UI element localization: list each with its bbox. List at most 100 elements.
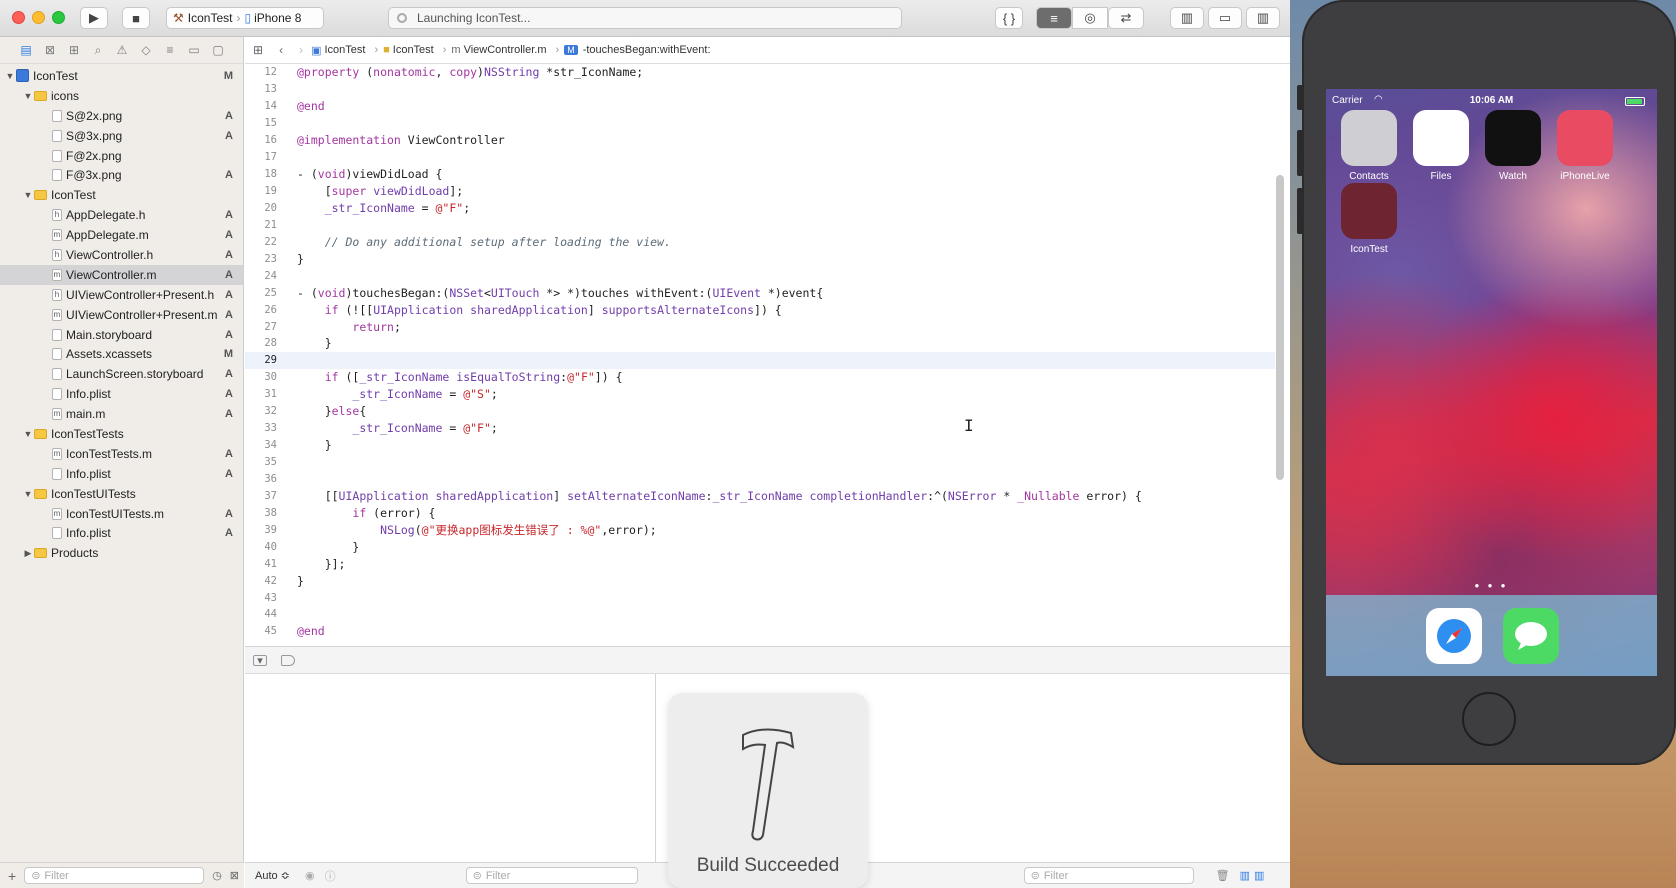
tree-item[interactable]: Info.plist A [0,464,243,484]
warning-icon[interactable]: ⚠ [114,43,130,57]
code-text[interactable]: } [285,252,304,266]
breakpoints-toggle-icon[interactable] [281,654,295,666]
code-text[interactable]: @end [285,624,325,638]
debug-icon[interactable]: ≡ [162,43,178,57]
tree-item[interactable]: m IconTestUITests.m A [0,504,243,524]
tree-item[interactable]: m UIViewController+Present.m A [0,305,243,325]
breakpoint-icon[interactable]: ▭ [186,43,202,57]
home-button[interactable] [1462,692,1516,746]
line-number[interactable]: 24 [245,270,285,282]
line-number[interactable]: 43 [245,592,285,604]
simulator-screen[interactable]: Carrier ◠ 10:06 AM Contacts Files Watch iPh… [1326,89,1657,676]
code-line[interactable]: 33 _str_IconName = @"F"; [245,420,1275,437]
trash-icon[interactable]: 🗑 [1216,869,1230,882]
line-number[interactable]: 21 [245,219,285,231]
line-number[interactable]: 19 [245,185,285,197]
code-line[interactable]: 16 @implementation ViewController [245,132,1275,149]
tree-item[interactable]: Assets.xcassets M [0,344,243,364]
tree-item[interactable]: LaunchScreen.storyboard A [0,364,243,384]
variables-view[interactable] [245,674,656,862]
tree-item[interactable]: Main.storyboard A [0,325,243,345]
info-icon[interactable]: ⓘ [325,868,336,884]
code-line[interactable]: 39 NSLog(@"更换app图标发生错误了 : %@",error); [245,521,1275,538]
code-line[interactable]: 19 [super viewDidLoad]; [245,183,1275,200]
line-number[interactable]: 39 [245,524,285,536]
line-number[interactable]: 18 [245,168,285,180]
line-number[interactable]: 33 [245,422,285,434]
add-icon[interactable]: + [8,868,16,884]
line-number[interactable]: 44 [245,608,285,620]
tree-item[interactable]: h UIViewController+Present.h A [0,285,243,305]
line-number[interactable]: 27 [245,321,285,333]
line-number[interactable]: 28 [245,337,285,349]
code-text[interactable]: - (void)touchesBegan:(NSSet<UITouch *> *… [285,286,823,300]
code-text[interactable]: _str_IconName = @"S"; [285,387,497,401]
version-editor-button[interactable]: ⇄ [1108,7,1144,29]
search-icon[interactable]: ⌕ [90,43,106,58]
app-iphonelive[interactable]: iPhoneLive [1550,110,1620,182]
line-number[interactable]: 32 [245,405,285,417]
forward-icon[interactable]: › [299,43,303,57]
code-text[interactable]: _str_IconName = @"F"; [285,421,497,435]
hide-debug-area-icon[interactable]: ▾ [253,654,267,667]
code-line[interactable]: 12 @property (nonatomic, copy)NSString *s… [245,64,1275,81]
scheme-selector[interactable]: ⚒ IconTest › ▯ iPhone 8 [166,7,324,29]
code-line[interactable]: 35 [245,454,1275,471]
code-line[interactable]: 43 [245,589,1275,606]
assistant-editor-button[interactable]: ◎ [1072,7,1108,29]
split-left-icon[interactable]: ▥ [1240,869,1250,882]
line-number[interactable]: 36 [245,473,285,485]
navigator-filter-input[interactable]: ⊜ Filter [24,867,205,884]
tree-item[interactable]: ▶ Products [0,543,243,563]
editor-scrollbar[interactable] [1276,175,1284,480]
standard-editor-button[interactable]: ≡ [1036,7,1072,29]
app-files[interactable]: Files [1406,110,1476,182]
line-number[interactable]: 14 [245,100,285,112]
tree-item[interactable]: Info.plist A [0,523,243,543]
code-line[interactable]: 25- (void)touchesBegan:(NSSet<UITouch *>… [245,284,1275,301]
volume-up-button[interactable] [1297,130,1303,176]
recent-icon[interactable]: ◷ [212,869,222,882]
split-right-icon[interactable]: ▥ [1254,869,1264,882]
folder-icon[interactable]: ▤ [18,43,34,57]
tree-item[interactable]: ▼ icons [0,86,243,106]
line-number[interactable]: 15 [245,117,285,129]
tree-item[interactable]: S@3x.png A [0,126,243,146]
tree-item[interactable]: F@3x.png A [0,165,243,185]
source-control-icon[interactable]: ⊠ [42,43,58,57]
app-contacts[interactable]: Contacts [1334,110,1404,182]
line-number[interactable]: 13 [245,83,285,95]
line-number[interactable]: 37 [245,490,285,502]
tree-item[interactable]: S@2x.png A [0,106,243,126]
code-text[interactable]: @property (nonatomic, copy)NSString *str… [285,65,643,79]
line-number[interactable]: 26 [245,304,285,316]
code-text[interactable]: } [285,336,332,350]
disclosure-triangle-icon[interactable]: ▼ [22,429,34,439]
code-line[interactable]: 36 [245,471,1275,488]
code-line[interactable]: 44 [245,606,1275,623]
tree-item[interactable]: m ViewController.m A [0,264,243,285]
back-icon[interactable]: ‹ [279,43,283,57]
code-line[interactable]: 22 // Do any additional setup after load… [245,233,1275,250]
line-number[interactable]: 29 [245,354,285,366]
code-line[interactable]: 26 if (![[UIApplication sharedApplicatio… [245,301,1275,318]
stop-button[interactable]: ■ [122,7,150,29]
breadcrumb-group[interactable]: ■ IconTest [383,44,434,56]
toggle-debug-area-button[interactable]: ▭ [1208,7,1242,29]
disclosure-triangle-icon[interactable]: ▼ [22,190,34,200]
line-number[interactable]: 16 [245,134,285,146]
line-number[interactable]: 34 [245,439,285,451]
disclosure-triangle-icon[interactable]: ▼ [22,489,34,499]
breadcrumb-project[interactable]: ▣ IconTest [311,44,365,57]
code-text[interactable]: return; [285,320,400,334]
code-text[interactable]: }]; [285,557,346,571]
code-line[interactable]: 13 [245,81,1275,98]
run-button[interactable]: ▶ [80,7,108,29]
code-text[interactable]: [super viewDidLoad]; [285,184,464,198]
code-text[interactable]: } [285,540,359,554]
code-line[interactable]: 23} [245,250,1275,267]
report-icon[interactable]: ▢ [210,43,226,57]
tree-item[interactable]: ▼ IconTestTests [0,424,243,444]
disclosure-triangle-icon[interactable]: ▶ [22,548,34,559]
line-number[interactable]: 41 [245,558,285,570]
